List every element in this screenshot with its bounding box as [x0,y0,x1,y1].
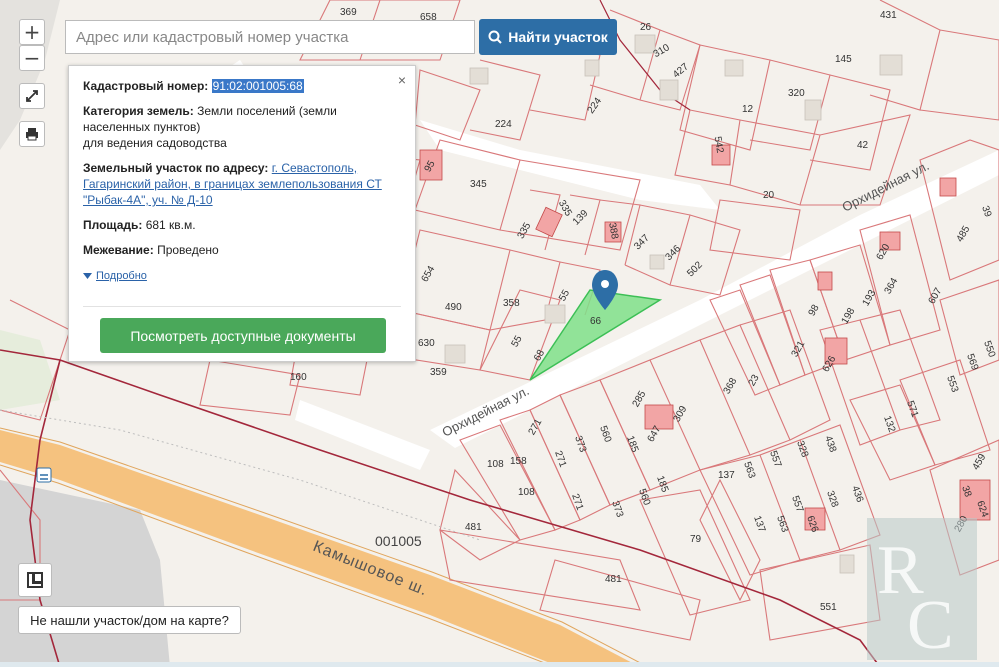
svg-text:358: 358 [503,298,520,309]
svg-text:224: 224 [495,119,512,130]
category-row: Категория земель: Земли поселений (земли… [83,103,401,151]
find-parcel-label: Найти участок [508,29,608,45]
svg-text:160: 160 [290,372,307,383]
address-label: Земельный участок по адресу: [83,161,269,175]
svg-text:12: 12 [742,104,754,115]
expand-icon [26,90,38,102]
svg-text:158: 158 [510,456,527,467]
survey-value: Проведено [157,243,219,257]
survey-label: Межевание: [83,243,154,257]
cadastral-number[interactable]: 91:02:001005:68 [211,79,304,93]
printer-icon [26,128,38,141]
category-label: Категория земель: [83,104,194,118]
cadastral-row: Кадастровый номер: 91:02:001005:68 [83,78,401,94]
more-details-label: Подробно [96,270,147,282]
svg-text:490: 490 [445,302,462,313]
svg-text:79: 79 [690,534,702,545]
not-found-button[interactable]: Не нашли участок/дом на карте? [18,606,241,634]
area-value: 681 кв.м. [145,218,196,232]
category-use: для ведения садоводства [83,136,227,150]
cadastral-label: Кадастровый номер: [83,79,209,93]
popup-divider [83,306,401,307]
search-input[interactable] [65,20,475,54]
find-parcel-button[interactable]: Найти участок [479,19,617,55]
svg-text:20: 20 [763,190,775,201]
view-documents-button[interactable]: Посмотреть доступные документы [100,318,386,353]
area-label: Площадь: [83,218,143,232]
zoom-out-button[interactable]: − [19,45,45,71]
close-icon[interactable]: × [398,72,406,88]
svg-text:320: 320 [788,88,805,99]
svg-text:66: 66 [590,316,602,327]
bottom-bar [0,662,999,667]
caret-down-icon [83,273,92,279]
layers-button[interactable] [18,563,52,597]
more-details-link[interactable]: Подробно [83,268,401,284]
svg-text:C: C [907,587,954,660]
svg-text:345: 345 [470,179,487,190]
area-row: Площадь: 681 кв.м. [83,217,401,233]
parcel-info-popup: × Кадастровый номер: 91:02:001005:68 Кат… [68,65,416,362]
survey-row: Межевание: Проведено [83,242,401,258]
address-row: Земельный участок по адресу: г. Севастоп… [83,160,401,208]
svg-text:137: 137 [718,470,735,481]
road-sign-icon [36,467,52,483]
svg-text:431: 431 [880,10,897,21]
svg-text:551: 551 [820,602,837,613]
svg-text:359: 359 [430,367,447,378]
layers-icon [27,572,43,588]
svg-text:108: 108 [518,487,535,498]
print-button[interactable] [19,121,45,147]
zoom-in-button[interactable]: + [19,19,45,45]
fullscreen-button[interactable] [19,83,45,109]
block-number-label: 001005 [375,533,422,549]
svg-text:145: 145 [835,54,852,65]
svg-text:630: 630 [418,338,435,349]
svg-text:108: 108 [487,459,504,470]
svg-text:369: 369 [340,7,357,18]
svg-text:481: 481 [605,574,622,585]
search-icon [488,30,502,44]
svg-text:481: 481 [465,522,482,533]
svg-text:26: 26 [640,22,652,33]
rc-logo: R C [867,518,977,660]
svg-text:42: 42 [857,140,869,151]
